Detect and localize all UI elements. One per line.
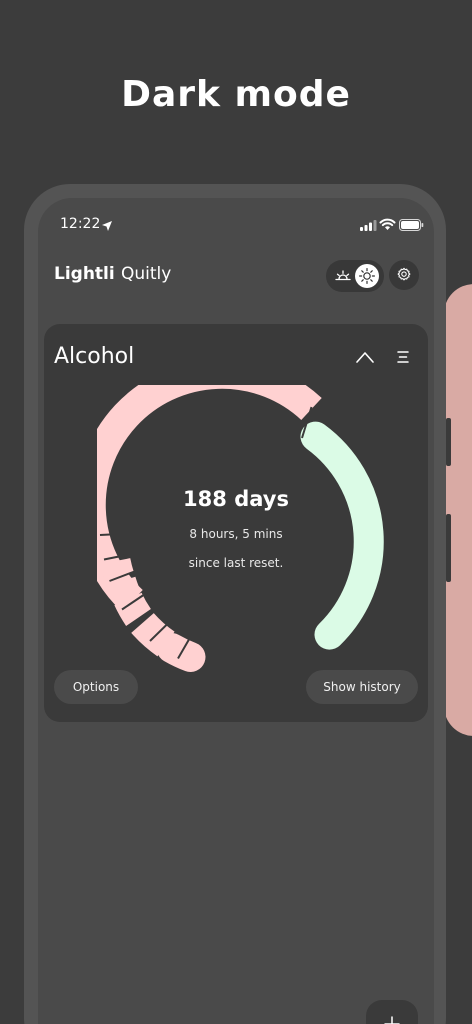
show-history-button[interactable]: Show history	[306, 670, 418, 704]
status-time: 12:22	[60, 216, 101, 232]
options-button[interactable]: Options	[54, 670, 138, 704]
signal-icon	[360, 220, 377, 231]
phone-side-button	[446, 514, 451, 582]
habit-title: Alcohol	[54, 344, 135, 369]
theme-toggle[interactable]	[326, 260, 384, 292]
sunrise-icon	[335, 270, 351, 281]
promo-headline: Dark mode	[121, 74, 351, 115]
menu-icon[interactable]	[390, 344, 416, 370]
plus-icon	[384, 1016, 400, 1024]
status-bar: 12:22	[38, 198, 434, 252]
phone-volume-button	[446, 418, 451, 466]
sunrise-mode-button[interactable]	[331, 264, 355, 288]
wifi-icon	[379, 218, 396, 230]
app-brand: Lightli	[54, 264, 115, 284]
add-habit-button[interactable]	[366, 1000, 418, 1024]
app-brand-sub: Quitly	[121, 264, 172, 284]
promo-stage: Dark mode 12:22 Lightli Quitly Alcohol 1…	[0, 0, 472, 1024]
app-screen: 12:22 Lightli Quitly Alcohol 188 days 8 …	[38, 198, 434, 1024]
streak-days: 188 days	[183, 487, 289, 511]
sun-icon	[359, 268, 375, 284]
habit-card: Alcohol 188 days 8 hours, 5 mins since l…	[44, 324, 428, 722]
gear-icon	[397, 267, 411, 281]
settings-button[interactable]	[389, 260, 419, 290]
side-card-peek	[444, 284, 472, 736]
past-streak-segment-3	[106, 576, 139, 599]
chevron-up-icon[interactable]	[352, 344, 378, 370]
sun-mode-button[interactable]	[355, 264, 379, 288]
location-arrow-icon	[102, 221, 112, 231]
battery-icon	[399, 219, 424, 231]
streak-caption: since last reset.	[188, 556, 284, 570]
streak-detail: 8 hours, 5 mins	[189, 527, 283, 541]
